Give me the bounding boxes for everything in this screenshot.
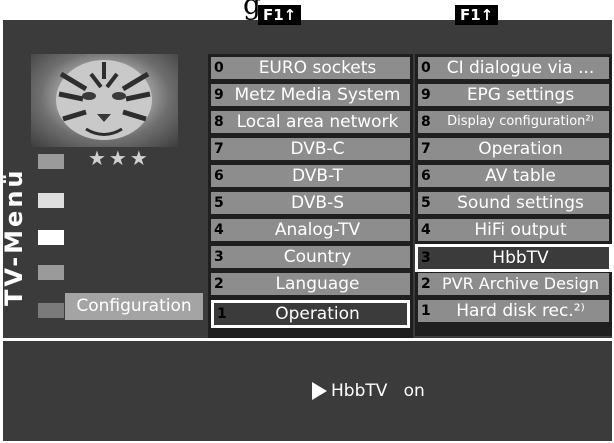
item-number: 6 xyxy=(214,168,224,184)
menu-item-pvr-archive-design[interactable]: 2 PVR Archive Design xyxy=(418,273,609,295)
item-label: CI dialogue via ... xyxy=(446,58,595,78)
item-number: 0 xyxy=(421,60,431,76)
status-panel xyxy=(3,338,612,441)
item-label: Hard disk rec.²⁾ xyxy=(456,301,585,321)
menu-item-epg-settings[interactable]: 9 EPG settings xyxy=(418,84,609,106)
item-number: 5 xyxy=(421,195,431,211)
menu-item-hbbtv-selected[interactable]: 3 HbbTV xyxy=(415,244,612,272)
menu-item-ci-dialogue[interactable]: 0 CI dialogue via ... xyxy=(418,57,609,79)
item-label: Country xyxy=(283,247,352,267)
rating-stars: ★★★ xyxy=(88,146,151,170)
item-number: 9 xyxy=(214,87,224,103)
menu-column-1: 0 EURO sockets 9 Metz Media System 8 Local … xyxy=(208,54,413,338)
item-label: Display configuration²⁾ xyxy=(447,114,594,129)
sidebar-item-configuration[interactable]: Configuration xyxy=(65,293,203,320)
item-number: 4 xyxy=(421,222,431,238)
item-number: 0 xyxy=(214,60,224,76)
item-number: 1 xyxy=(421,303,431,319)
menu-item-operation[interactable]: 7 Operation xyxy=(418,138,609,160)
menu-item-hifi-output[interactable]: 4 HiFi output xyxy=(418,219,609,241)
item-label: EPG settings xyxy=(466,85,575,105)
item-label: Local area network xyxy=(236,112,399,132)
item-label: Operation xyxy=(275,304,360,324)
menu-item-hard-disk-rec[interactable]: 1 Hard disk rec.²⁾ xyxy=(418,300,609,322)
item-label: DVB-T xyxy=(291,166,344,186)
menu-item-display-configuration[interactable]: 8 Display configuration²⁾ xyxy=(418,111,609,133)
item-label: Operation xyxy=(478,139,563,159)
item-number: 7 xyxy=(421,141,431,157)
item-number: 2 xyxy=(214,276,224,292)
menu-column-2: 0 CI dialogue via ... 9 EPG settings 8 Disp… xyxy=(415,54,612,336)
item-label: Analog-TV xyxy=(274,220,361,240)
item-number: 7 xyxy=(214,141,224,157)
menu-item-dvb-c[interactable]: 7 DVB-C xyxy=(211,138,410,160)
item-number: 3 xyxy=(214,249,224,265)
item-number: 8 xyxy=(214,114,224,130)
item-label: Metz Media System xyxy=(234,85,401,105)
menu-item-metz-media-system[interactable]: 9 Metz Media System xyxy=(211,84,410,106)
menu-item-dvb-s[interactable]: 5 DVB-S xyxy=(211,192,410,214)
f1-key-hint-right: F1↑ xyxy=(455,5,499,25)
menu-item-av-table[interactable]: 6 AV table xyxy=(418,165,609,187)
menu-item-operation-selected[interactable]: 1 Operation xyxy=(211,300,410,328)
play-arrow-icon xyxy=(312,382,327,400)
status-divider xyxy=(3,338,612,341)
item-label: HbbTV xyxy=(492,248,549,268)
item-number: 8 xyxy=(421,114,431,130)
item-number: 6 xyxy=(421,168,431,184)
menu-item-language[interactable]: 2 Language xyxy=(211,273,410,295)
item-number: 2 xyxy=(421,276,431,292)
menu-level-indicator-1 xyxy=(38,154,64,169)
f1-key-hint-left: F1↑ xyxy=(258,5,302,25)
item-number: 3 xyxy=(421,250,431,266)
menu-item-local-area-network[interactable]: 8 Local area network xyxy=(211,111,410,133)
item-label: DVB-S xyxy=(290,193,344,213)
menu-item-euro-sockets[interactable]: 0 EURO sockets xyxy=(211,57,410,79)
item-label: PVR Archive Design xyxy=(442,274,599,293)
menu-item-dvb-t[interactable]: 6 DVB-T xyxy=(211,165,410,187)
menu-item-country[interactable]: 3 Country xyxy=(211,246,410,268)
item-label: Language xyxy=(275,274,360,294)
status-setting-name: HbbTV xyxy=(331,381,388,401)
menu-item-sound-settings[interactable]: 5 Sound settings xyxy=(418,192,609,214)
menu-level-indicator-3 xyxy=(38,230,64,245)
item-label: DVB-C xyxy=(290,139,345,159)
status-setting-value: on xyxy=(403,381,425,401)
item-label: EURO sockets xyxy=(258,58,377,78)
item-number: 5 xyxy=(214,195,224,211)
vertical-menu-title: TV-Menü xyxy=(0,167,28,307)
item-number: 1 xyxy=(217,306,227,322)
menu-item-analog-tv[interactable]: 4 Analog-TV xyxy=(211,219,410,241)
status-line: HbbTV on xyxy=(312,381,425,401)
menu-level-indicator-5 xyxy=(38,303,64,318)
item-number: 4 xyxy=(214,222,224,238)
item-number: 9 xyxy=(421,87,431,103)
item-label: AV table xyxy=(485,166,556,186)
menu-level-indicator-2 xyxy=(38,193,64,208)
item-label: Sound settings xyxy=(457,193,584,213)
tiger-image-icon xyxy=(56,60,152,140)
item-label: HiFi output xyxy=(474,220,567,240)
menu-level-indicator-4 xyxy=(38,265,64,280)
channel-preview-image xyxy=(31,54,178,147)
